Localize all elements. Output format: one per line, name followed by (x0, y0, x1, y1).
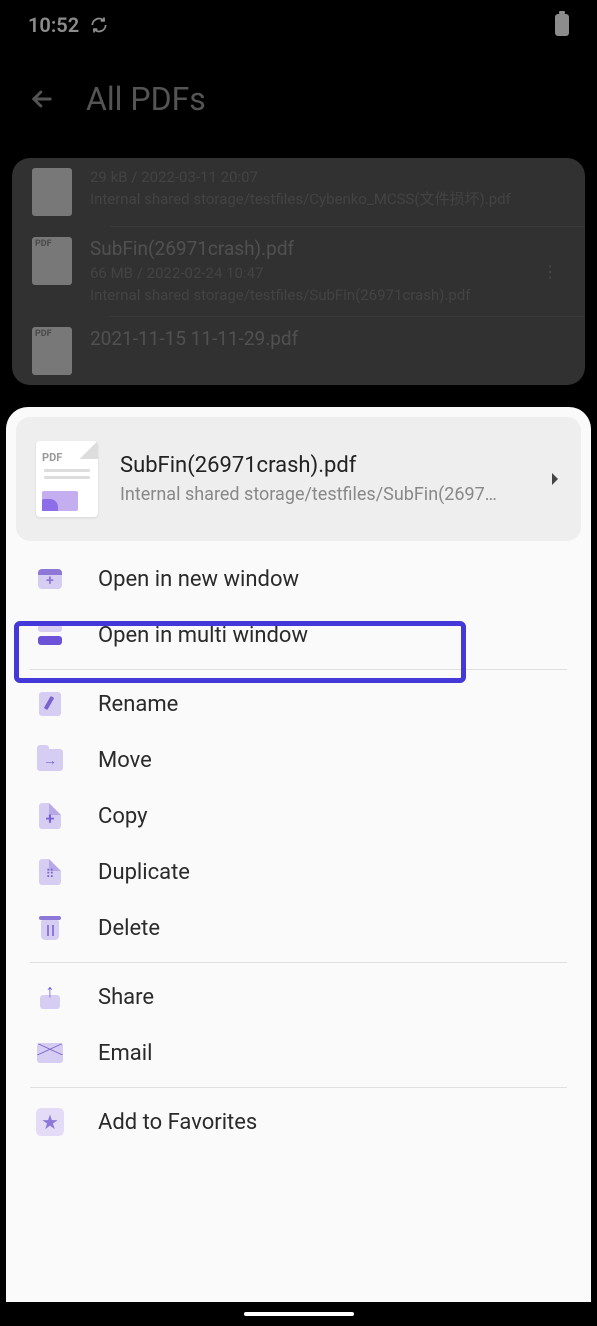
sheet-file-title: SubFin(26971crash).pdf (120, 453, 527, 478)
sheet-file-path: Internal shared storage/testfiles/SubFin… (120, 484, 527, 505)
email-icon (37, 1043, 63, 1063)
file-thumb-icon: PDF (36, 441, 98, 517)
multi-window-icon (38, 625, 62, 645)
action-sheet: PDF SubFin(26971crash).pdf Internal shar… (6, 407, 591, 1302)
star-icon: ★ (36, 1108, 64, 1136)
delete-button[interactable]: Delete (6, 900, 591, 956)
menu-label: Copy (98, 804, 148, 829)
copy-icon (39, 803, 61, 829)
sheet-header[interactable]: PDF SubFin(26971crash).pdf Internal shar… (16, 417, 581, 541)
open-new-window-button[interactable]: Open in new window (6, 551, 591, 607)
menu-label: Open in multi window (98, 623, 308, 648)
rename-button[interactable]: Rename (6, 676, 591, 732)
menu-label: Rename (98, 692, 178, 717)
move-icon (37, 749, 63, 771)
menu-label: Add to Favorites (98, 1110, 257, 1135)
navigation-bar (0, 1302, 597, 1326)
share-icon (38, 985, 62, 1009)
menu-label: Open in new window (98, 567, 299, 592)
home-indicator[interactable] (244, 1312, 354, 1316)
open-multi-window-button[interactable]: Open in multi window (6, 607, 591, 663)
email-button[interactable]: Email (6, 1025, 591, 1081)
menu-label: Duplicate (98, 860, 190, 885)
add-favorites-button[interactable]: ★ Add to Favorites (6, 1094, 591, 1150)
menu-label: Move (98, 748, 152, 773)
move-button[interactable]: Move (6, 732, 591, 788)
share-button[interactable]: Share (6, 969, 591, 1025)
menu-label: Delete (98, 916, 160, 941)
menu-label: Email (98, 1041, 152, 1066)
copy-button[interactable]: Copy (6, 788, 591, 844)
delete-icon (39, 916, 61, 940)
duplicate-button[interactable]: Duplicate (6, 844, 591, 900)
rename-icon (39, 692, 61, 716)
chevron-right-icon (549, 471, 561, 487)
menu-label: Share (98, 985, 154, 1010)
duplicate-icon (39, 859, 61, 885)
new-window-icon (38, 569, 62, 589)
